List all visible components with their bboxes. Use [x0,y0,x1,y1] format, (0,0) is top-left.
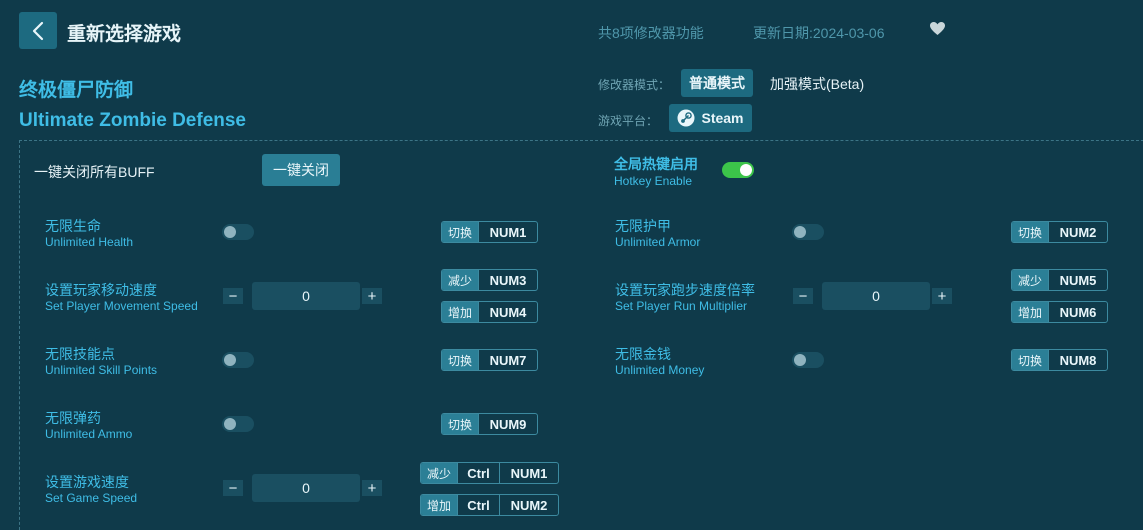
unlimited-money-toggle[interactable] [792,352,824,368]
hotkey-enable-toggle[interactable] [722,162,754,178]
option-label-en: Set Game Speed [45,491,138,505]
hotkey-key: NUM5 [1048,270,1107,290]
hotkey-action: 切换 [1012,350,1048,370]
option-label-en: Unlimited Skill Points [45,363,158,377]
hotkey-key: NUM9 [478,414,537,434]
hotkey-action: 减少 [421,463,457,483]
game-name-cn: 终极僵尸防御 [19,80,134,101]
hotkey-action: 切换 [1012,222,1048,242]
hotkey-button[interactable]: 减少 Ctrl NUM1 [420,462,559,484]
platform-name: Steam [701,110,744,126]
hotkey-action: 增加 [1012,302,1048,322]
chevron-left-icon [32,21,44,40]
hotkey-button[interactable]: 切换 NUM8 [1011,349,1108,371]
option-label-en: Unlimited Ammo [45,427,133,441]
close-all-button[interactable]: 一键关闭 [262,154,340,186]
unlimited-ammo-toggle[interactable] [222,416,254,432]
movement-speed-value[interactable]: 0 [252,282,360,310]
hotkey-button[interactable]: 增加 NUM4 [441,301,538,323]
hotkey-key: NUM6 [1048,302,1107,322]
platform-label: 游戏平台： [598,114,659,128]
hotkey-button[interactable]: 切换 NUM1 [441,221,538,243]
hotkey-key: NUM3 [478,270,537,290]
page-title: 重新选择游戏 [67,24,182,45]
normal-mode-button[interactable]: 普通模式 [681,69,753,97]
hotkey-button[interactable]: 切换 NUM9 [441,413,538,435]
hotkey-label-cn: 全局热键启用 [614,156,698,172]
hotkey-action: 增加 [421,495,457,515]
unlimited-armor-toggle[interactable] [792,224,824,240]
run-multiplier-value[interactable]: 0 [822,282,930,310]
game-speed-value[interactable]: 0 [252,474,360,502]
increase-button[interactable]: + [932,288,952,304]
hotkey-action: 切换 [442,222,478,242]
option-label-cn: 无限弹药 [45,410,101,426]
unlimited-skill-points-toggle[interactable] [222,352,254,368]
option-label-en: Unlimited Armor [615,235,701,249]
hotkey-key: Ctrl [457,463,499,483]
game-name-en: Ultimate Zombie Defense [19,110,246,131]
hotkey-button[interactable]: 增加 Ctrl NUM2 [420,494,559,516]
hotkey-button[interactable]: 切换 NUM2 [1011,221,1108,243]
decrease-button[interactable]: − [223,480,243,496]
option-label-cn: 设置玩家移动速度 [45,282,157,298]
option-label-cn: 无限生命 [45,218,101,234]
hotkey-action: 减少 [442,270,478,290]
hotkey-key: NUM2 [499,495,558,515]
option-label-en: Set Player Run Multiplier [615,299,748,313]
close-all-label: 一键关闭所有BUFF [34,164,155,180]
hotkey-key: NUM1 [478,222,537,242]
unlimited-health-toggle[interactable] [222,224,254,240]
hotkey-key: NUM4 [478,302,537,322]
hotkey-label-en: Hotkey Enable [614,174,693,188]
option-label-en: Unlimited Health [45,235,134,249]
option-label-cn: 无限金钱 [615,346,671,362]
hotkey-action: 切换 [442,350,478,370]
hotkey-button[interactable]: 切换 NUM7 [441,349,538,371]
option-label-cn: 设置玩家跑步速度倍率 [615,282,755,298]
hotkey-button[interactable]: 增加 NUM6 [1011,301,1108,323]
hotkey-action: 减少 [1012,270,1048,290]
hotkey-key: NUM8 [1048,350,1107,370]
increase-button[interactable]: + [362,288,382,304]
hotkey-key: NUM2 [1048,222,1107,242]
hotkey-key: Ctrl [457,495,499,515]
option-label-cn: 设置游戏速度 [45,474,129,490]
steam-icon [677,109,695,127]
platform-steam-button[interactable]: Steam [669,104,752,132]
increase-button[interactable]: + [362,480,382,496]
option-label-en: Unlimited Money [615,363,705,377]
hotkey-action: 切换 [442,414,478,434]
hotkey-button[interactable]: 减少 NUM3 [441,269,538,291]
hotkey-key: NUM7 [478,350,537,370]
options-panel [19,140,1143,530]
option-label-cn: 无限技能点 [45,346,115,362]
enhanced-mode-button[interactable]: 加强模式(Beta) [770,74,864,94]
hotkey-key: NUM1 [499,463,558,483]
hotkey-button[interactable]: 减少 NUM5 [1011,269,1108,291]
favorite-heart-icon[interactable] [929,21,946,41]
feature-count: 共8项修改器功能 [598,25,704,41]
option-label-en: Set Player Movement Speed [45,299,198,313]
update-date: 更新日期:2024-03-06 [753,25,885,41]
decrease-button[interactable]: − [793,288,813,304]
mode-label: 修改器模式： [598,78,671,92]
hotkey-action: 增加 [442,302,478,322]
option-label-cn: 无限护甲 [615,218,671,234]
decrease-button[interactable]: − [223,288,243,304]
back-button[interactable] [19,12,57,49]
